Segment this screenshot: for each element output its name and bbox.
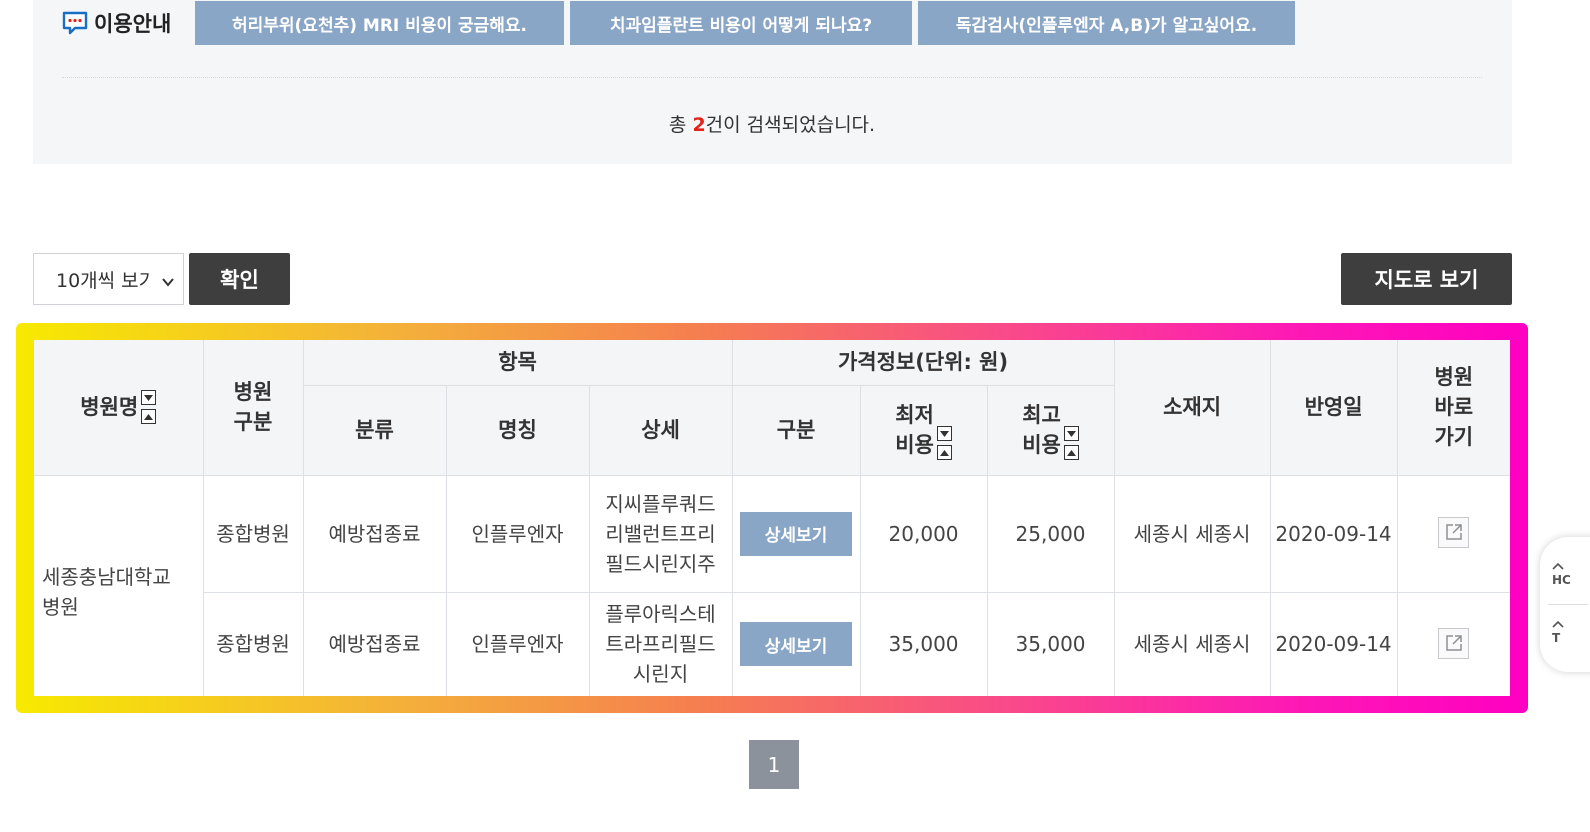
result-count: 총 2건이 검색되었습니다. bbox=[668, 114, 876, 136]
header-price-group: 가격정보(단위: 원) bbox=[731, 340, 1115, 386]
faq-button-implant[interactable]: 치과임플란트 비용이 어떻게 되나요? bbox=[570, 1, 912, 45]
side-float-menu: HC T bbox=[1540, 537, 1590, 672]
faq-button-mri[interactable]: 허리부위(요천추) MRI 비용이 궁금해요. bbox=[195, 1, 564, 45]
updated-cell: 2020-09-14 bbox=[1269, 474, 1398, 593]
header-name: 명칭 bbox=[445, 384, 590, 476]
header-shortcut: 병원 바로 가기 bbox=[1396, 340, 1510, 476]
home-shortcut[interactable]: HC bbox=[1552, 559, 1571, 587]
results-table: 병원명 병원 구분 항목 가격정보(단위: 원) 소재지 반영일 병원 바로 가… bbox=[34, 340, 1510, 696]
shortcut-cell bbox=[1396, 591, 1510, 696]
highlight-frame: 병원명 병원 구분 항목 가격정보(단위: 원) 소재지 반영일 병원 바로 가… bbox=[16, 323, 1528, 713]
divider bbox=[62, 77, 1482, 78]
location-cell: 세종시 세종시 bbox=[1113, 474, 1271, 593]
division-cell: 상세보기 bbox=[731, 591, 861, 696]
category-cell: 예방접종료 bbox=[302, 591, 447, 696]
divider bbox=[1548, 604, 1588, 605]
header-location: 소재지 bbox=[1113, 340, 1271, 476]
page-size-value: 10개씩 보기 bbox=[56, 269, 152, 292]
sort-down-icon[interactable] bbox=[936, 426, 952, 441]
header-max-cost: 최고 비용 bbox=[986, 384, 1115, 476]
sort-up-icon[interactable] bbox=[141, 409, 157, 425]
arrow-up-icon bbox=[1552, 620, 1564, 628]
confirm-button[interactable]: 확인 bbox=[189, 253, 290, 305]
max-cost-cell: 25,000 bbox=[986, 474, 1115, 593]
table-row: 종합병원 예방접종료 인플루엔자 플루아릭스테 트라프리필드 시린지 상세보기 … bbox=[34, 591, 1510, 696]
results-table-wrap: 병원명 병원 구분 항목 가격정보(단위: 원) 소재지 반영일 병원 바로 가… bbox=[34, 340, 1510, 696]
sort-up-icon[interactable] bbox=[936, 445, 952, 460]
division-cell: 상세보기 bbox=[731, 474, 861, 593]
chat-bubble-icon bbox=[62, 11, 88, 35]
max-cost-cell: 35,000 bbox=[986, 591, 1115, 696]
detail-cell: 지씨플루쿼드 리밸런트프리 필드시린지주 bbox=[588, 474, 733, 593]
page-size-select[interactable]: 10개씩 보기 bbox=[33, 253, 184, 305]
location-cell: 세종시 세종시 bbox=[1113, 591, 1271, 696]
header-min-cost: 최저 비용 bbox=[859, 384, 988, 476]
header-updated: 반영일 bbox=[1269, 340, 1398, 476]
updated-cell: 2020-09-14 bbox=[1269, 591, 1398, 696]
sort-up-icon[interactable] bbox=[1063, 445, 1079, 460]
header-item-group: 항목 bbox=[302, 340, 733, 386]
external-link-icon[interactable] bbox=[1438, 627, 1470, 659]
name-cell: 인플루엔자 bbox=[445, 474, 590, 593]
result-count-number: 2 bbox=[692, 114, 706, 136]
guide-text: 이용안내 bbox=[94, 12, 172, 36]
header-hospital-name: 병원명 bbox=[34, 340, 204, 476]
faq-button-flu-test[interactable]: 독감검사(인플루엔자 A,B)가 알고싶어요. bbox=[918, 1, 1295, 45]
min-cost-cell: 20,000 bbox=[859, 474, 988, 593]
shortcut-cell bbox=[1396, 474, 1510, 593]
sort-down-icon[interactable] bbox=[1063, 426, 1079, 441]
hospital-type-cell: 종합병원 bbox=[203, 591, 304, 696]
page-1-button[interactable]: 1 bbox=[749, 740, 799, 789]
header-hospital-type: 병원 구분 bbox=[202, 340, 304, 476]
table-row: 세종충남대학교 병원 종합병원 예방접종료 인플루엔자 지씨플루쿼드 리밸런트프… bbox=[34, 474, 1510, 696]
map-view-button[interactable]: 지도로 보기 bbox=[1341, 253, 1512, 305]
top-shortcut[interactable]: T bbox=[1552, 617, 1564, 645]
external-link-icon[interactable] bbox=[1438, 516, 1470, 548]
chevron-down-icon bbox=[161, 272, 175, 294]
hospital-type-cell: 종합병원 bbox=[202, 474, 304, 593]
header-detail: 상세 bbox=[588, 384, 733, 476]
hospital-name-cell: 세종충남대학교 병원 bbox=[34, 474, 204, 696]
name-cell: 인플루엔자 bbox=[445, 591, 590, 696]
category-cell: 예방접종료 bbox=[302, 474, 447, 593]
home-icon bbox=[1552, 562, 1564, 570]
guide-label: 이용안내 bbox=[62, 8, 171, 38]
header-division: 구분 bbox=[731, 384, 861, 476]
header-category: 분류 bbox=[303, 384, 447, 476]
detail-view-button[interactable]: 상세보기 bbox=[740, 622, 853, 667]
sort-down-icon[interactable] bbox=[141, 390, 157, 406]
detail-view-button[interactable]: 상세보기 bbox=[740, 511, 853, 556]
min-cost-cell: 35,000 bbox=[859, 591, 988, 696]
detail-cell: 플루아릭스테 트라프리필드 시린지 bbox=[588, 591, 733, 696]
